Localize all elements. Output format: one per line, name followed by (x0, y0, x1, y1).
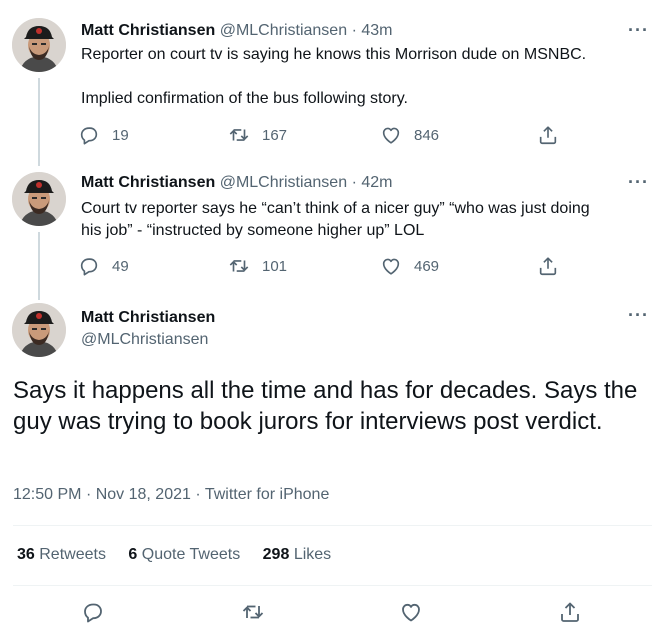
retweets-stat[interactable]: 36 Retweets (17, 546, 106, 563)
share-icon[interactable] (558, 600, 582, 624)
reply-count: 19 (112, 126, 129, 144)
retweet-button[interactable]: 167 (228, 123, 287, 147)
avatar-image (12, 172, 66, 226)
likes-stat[interactable]: 298 Likes (263, 546, 332, 563)
tweet-header: Matt Christiansen @MLChristiansen · 43m (81, 21, 392, 41)
avatar-image (12, 303, 66, 357)
more-options-icon[interactable]: ··· (628, 20, 649, 41)
reply-count: 49 (112, 257, 129, 275)
like-icon[interactable] (399, 600, 423, 624)
tweet-time[interactable]: 42m (361, 174, 392, 191)
retweet-icon (228, 124, 250, 146)
retweets-label: Retweets (39, 546, 106, 563)
reply-icon (78, 255, 100, 277)
quote-tweets-stat[interactable]: 6 Quote Tweets (128, 546, 240, 563)
share-button[interactable] (537, 123, 559, 147)
reply-icon[interactable] (81, 600, 105, 624)
like-button[interactable]: 846 (380, 123, 439, 147)
reply-icon (78, 124, 100, 146)
separator-dot: · (351, 22, 357, 39)
tweet-text-line: his job” - “instructed by someone higher… (81, 222, 425, 239)
thread-connector-line (38, 232, 40, 300)
thread-connector-line (38, 78, 40, 166)
share-icon (537, 124, 559, 146)
tweet-source[interactable]: Twitter for iPhone (205, 486, 330, 503)
divider (13, 585, 652, 586)
author-name[interactable]: Matt Christiansen (81, 174, 215, 191)
share-button[interactable] (537, 254, 559, 278)
tweet-actions: 49 101 469 (78, 254, 568, 278)
more-options-icon[interactable]: ··· (628, 305, 649, 326)
tweet-text-blank-line (81, 66, 646, 88)
tweet-timestamp[interactable]: 12:50 PM (13, 486, 81, 503)
tweet-action-bar (0, 600, 665, 626)
retweet-button[interactable]: 101 (228, 254, 287, 278)
separator-dot: · (351, 174, 357, 191)
tweet-date[interactable]: Nov 18, 2021 (96, 486, 191, 503)
avatar[interactable] (12, 172, 66, 226)
tweet-text-line: Reporter on court tv is saying he knows … (81, 46, 587, 63)
likes-label: Likes (293, 546, 332, 563)
like-icon (380, 255, 402, 277)
tweet-text-line: Implied confirmation of the bus followin… (81, 90, 408, 107)
retweet-icon (228, 255, 250, 277)
author-handle[interactable]: @MLChristiansen (81, 331, 208, 349)
avatar-image (12, 18, 66, 72)
like-icon (380, 124, 402, 146)
likes-count: 298 (262, 546, 290, 563)
author-handle[interactable]: @MLChristiansen (220, 22, 347, 39)
quote-tweets-label: Quote Tweets (141, 546, 241, 563)
more-options-icon[interactable]: ··· (628, 172, 649, 193)
tweet-text: Reporter on court tv is saying he knows … (81, 44, 646, 110)
like-button[interactable]: 469 (380, 254, 439, 278)
author-handle[interactable]: @MLChristiansen (220, 174, 347, 191)
engagement-stats: 36 Retweets 6 Quote Tweets 298 Likes (17, 546, 349, 564)
quote-tweets-count: 6 (128, 546, 138, 563)
tweet-time[interactable]: 43m (361, 22, 392, 39)
tweet-header: Matt Christiansen @MLChristiansen · 42m (81, 173, 392, 193)
tweet-text: Court tv reporter says he “can’t think o… (81, 198, 646, 242)
retweets-count: 36 (17, 546, 35, 563)
like-count: 469 (414, 257, 440, 275)
retweet-icon[interactable] (241, 600, 265, 624)
author-name[interactable]: Matt Christiansen (81, 309, 215, 327)
avatar[interactable] (12, 18, 66, 72)
separator-dot: · (85, 486, 92, 503)
author-name[interactable]: Matt Christiansen (81, 22, 215, 39)
tweet-text-line: Court tv reporter says he “can’t think o… (81, 200, 590, 217)
retweet-count: 167 (262, 126, 288, 144)
divider (13, 525, 652, 526)
tweet-actions: 19 167 846 (78, 123, 568, 147)
share-icon (537, 255, 559, 277)
retweet-count: 101 (262, 257, 288, 275)
reply-button[interactable]: 49 (78, 254, 129, 278)
tweet-text: Says it happens all the time and has for… (13, 377, 638, 435)
avatar[interactable] (12, 303, 66, 357)
separator-dot: · (195, 486, 201, 503)
tweet-metadata: 12:50 PM · Nov 18, 2021 · Twitter for iP… (13, 486, 329, 504)
like-count: 846 (414, 126, 440, 144)
reply-button[interactable]: 19 (78, 123, 129, 147)
